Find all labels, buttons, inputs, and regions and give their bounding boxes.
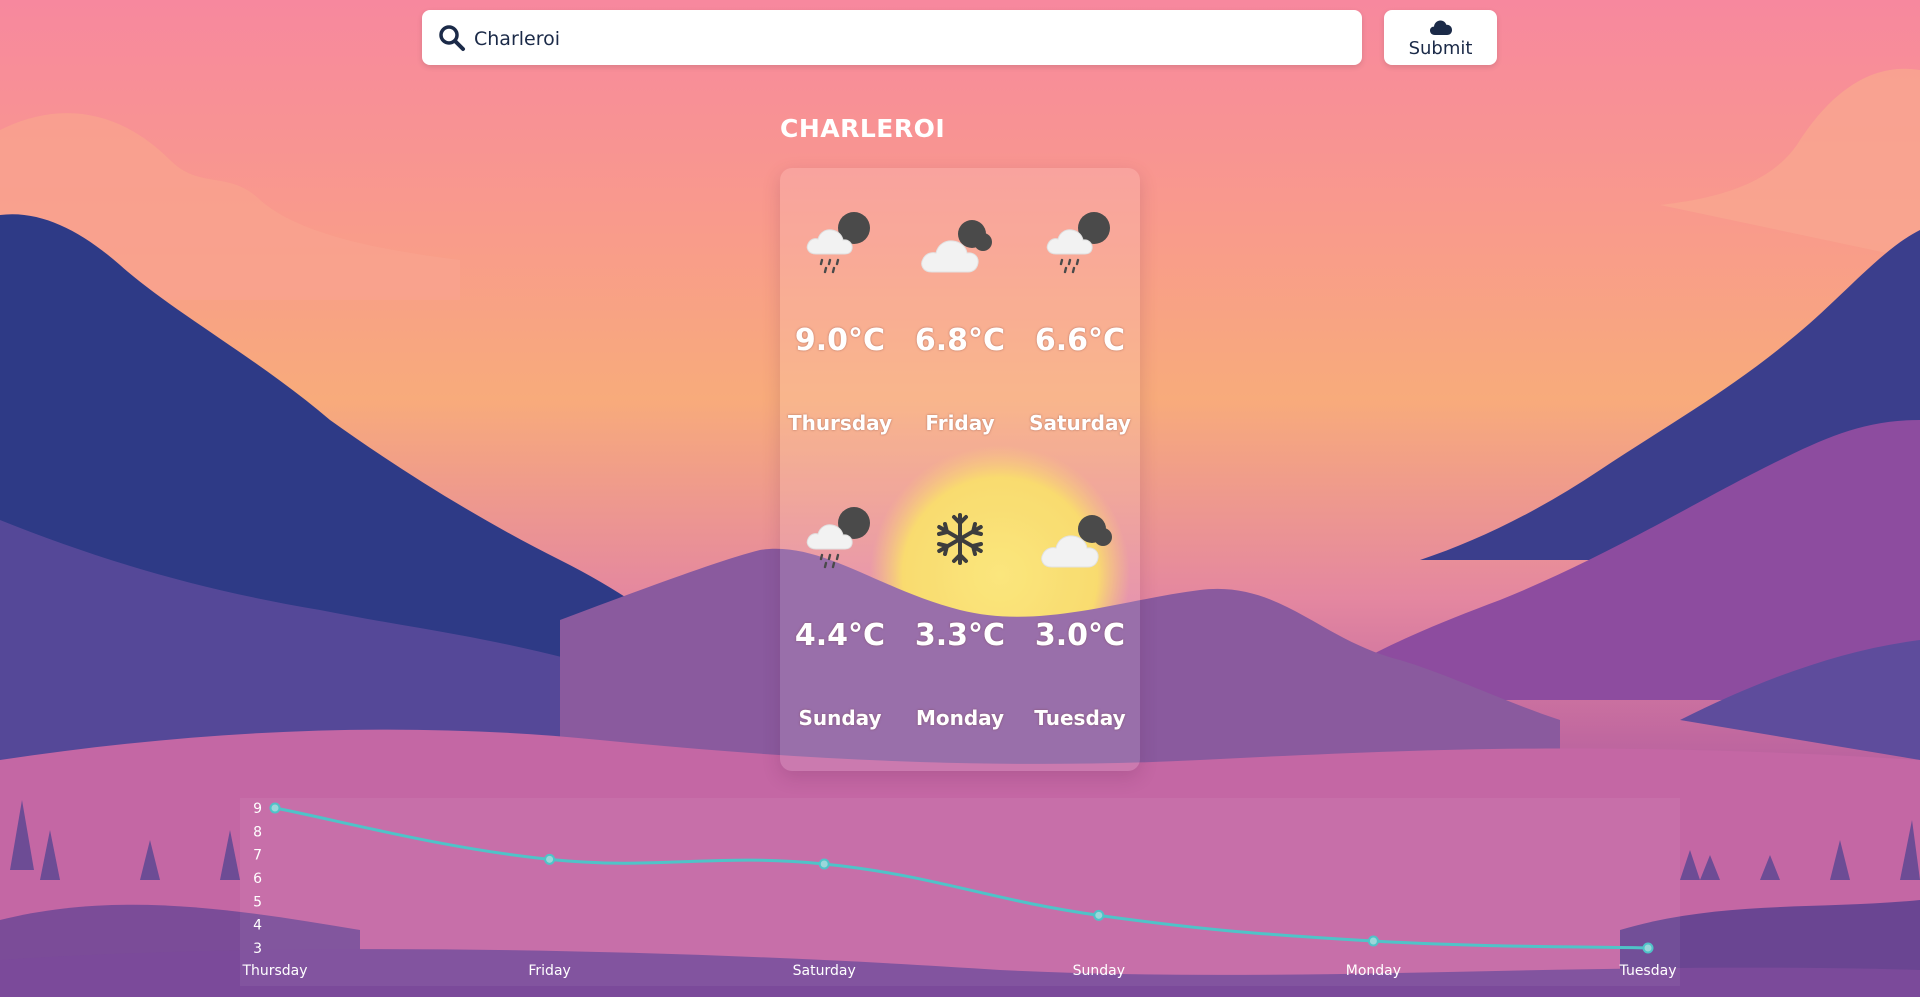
cloud-icon (1430, 20, 1452, 35)
forecast-day-label: Saturday (1029, 411, 1131, 435)
forecast-temp: 3.0°C (1034, 618, 1126, 653)
temperature-point (1367, 935, 1379, 947)
temperature-point (544, 853, 556, 865)
city-search-input[interactable] (472, 18, 1346, 60)
temperature-line-chart: 3 4 5 6 7 8 9 Thursday Friday Saturday Sunday Monda… (241, 801, 1677, 979)
x-tick-label: Sunday (1073, 963, 1125, 979)
submit-label: Submit (1408, 38, 1473, 59)
temperature-point (1642, 942, 1654, 954)
forecast-temp: 3.3°C (914, 618, 1006, 653)
temperature-series-line (274, 806, 1649, 950)
y-tick-label: 6 (253, 871, 262, 887)
temperature-point (818, 858, 830, 870)
forecast-day-saturday: 6.6°C Saturday (1020, 168, 1140, 458)
y-tick-label: 3 (253, 941, 262, 957)
submit-button[interactable]: Submit (1384, 10, 1497, 65)
temperature-point (269, 802, 281, 814)
cloud-sun-icon (921, 220, 992, 273)
forecast-day-label: Sunday (798, 706, 882, 730)
forecast-card: 9.0°C Thursday 6.8°C Friday 6.6°C Saturd… (780, 168, 1140, 771)
forecast-day-tuesday: 3.0°C Tuesday (1020, 463, 1140, 753)
rain-cloud-sun-icon (806, 507, 870, 569)
temperature-point (1093, 909, 1105, 921)
y-tick-label: 9 (253, 801, 262, 817)
city-title: CHARLEROI (780, 114, 946, 143)
forecast-day-thursday: 9.0°C Thursday (780, 168, 900, 458)
y-tick-label: 7 (253, 848, 262, 864)
rain-cloud-sun-icon (1046, 212, 1110, 274)
forecast-day-label: Tuesday (1034, 706, 1126, 730)
x-tick-label: Saturday (793, 963, 856, 979)
forecast-day-label: Friday (925, 411, 995, 435)
forecast-temp: 4.4°C (794, 618, 886, 653)
y-tick-label: 4 (253, 918, 262, 934)
forecast-day-friday: 6.8°C Friday (900, 168, 1020, 458)
forecast-temp: 9.0°C (794, 323, 886, 358)
temperature-chart: 3 4 5 6 7 8 9 Thursday Friday Saturday Sunday Monda… (240, 798, 1680, 986)
search-icon[interactable] (438, 24, 466, 52)
x-tick-label: Friday (528, 963, 570, 979)
forecast-day-label: Thursday (787, 411, 893, 435)
x-tick-label: Thursday (241, 963, 307, 979)
y-tick-label: 5 (253, 894, 262, 910)
search-bar (422, 10, 1362, 65)
rain-cloud-sun-icon (806, 212, 870, 274)
x-tick-label: Tuesday (1619, 963, 1677, 979)
forecast-day-label: Monday (915, 706, 1005, 730)
forecast-temp: 6.6°C (1034, 323, 1126, 358)
y-tick-label: 8 (253, 824, 262, 840)
forecast-day-sunday: 4.4°C Sunday (780, 463, 900, 753)
forecast-temp: 6.8°C (914, 323, 1006, 358)
x-tick-label: Monday (1346, 963, 1401, 979)
cloud-sun-icon (1041, 515, 1112, 568)
snowflake-icon (937, 513, 983, 565)
forecast-day-monday: 3.3°C Monday (900, 463, 1020, 753)
